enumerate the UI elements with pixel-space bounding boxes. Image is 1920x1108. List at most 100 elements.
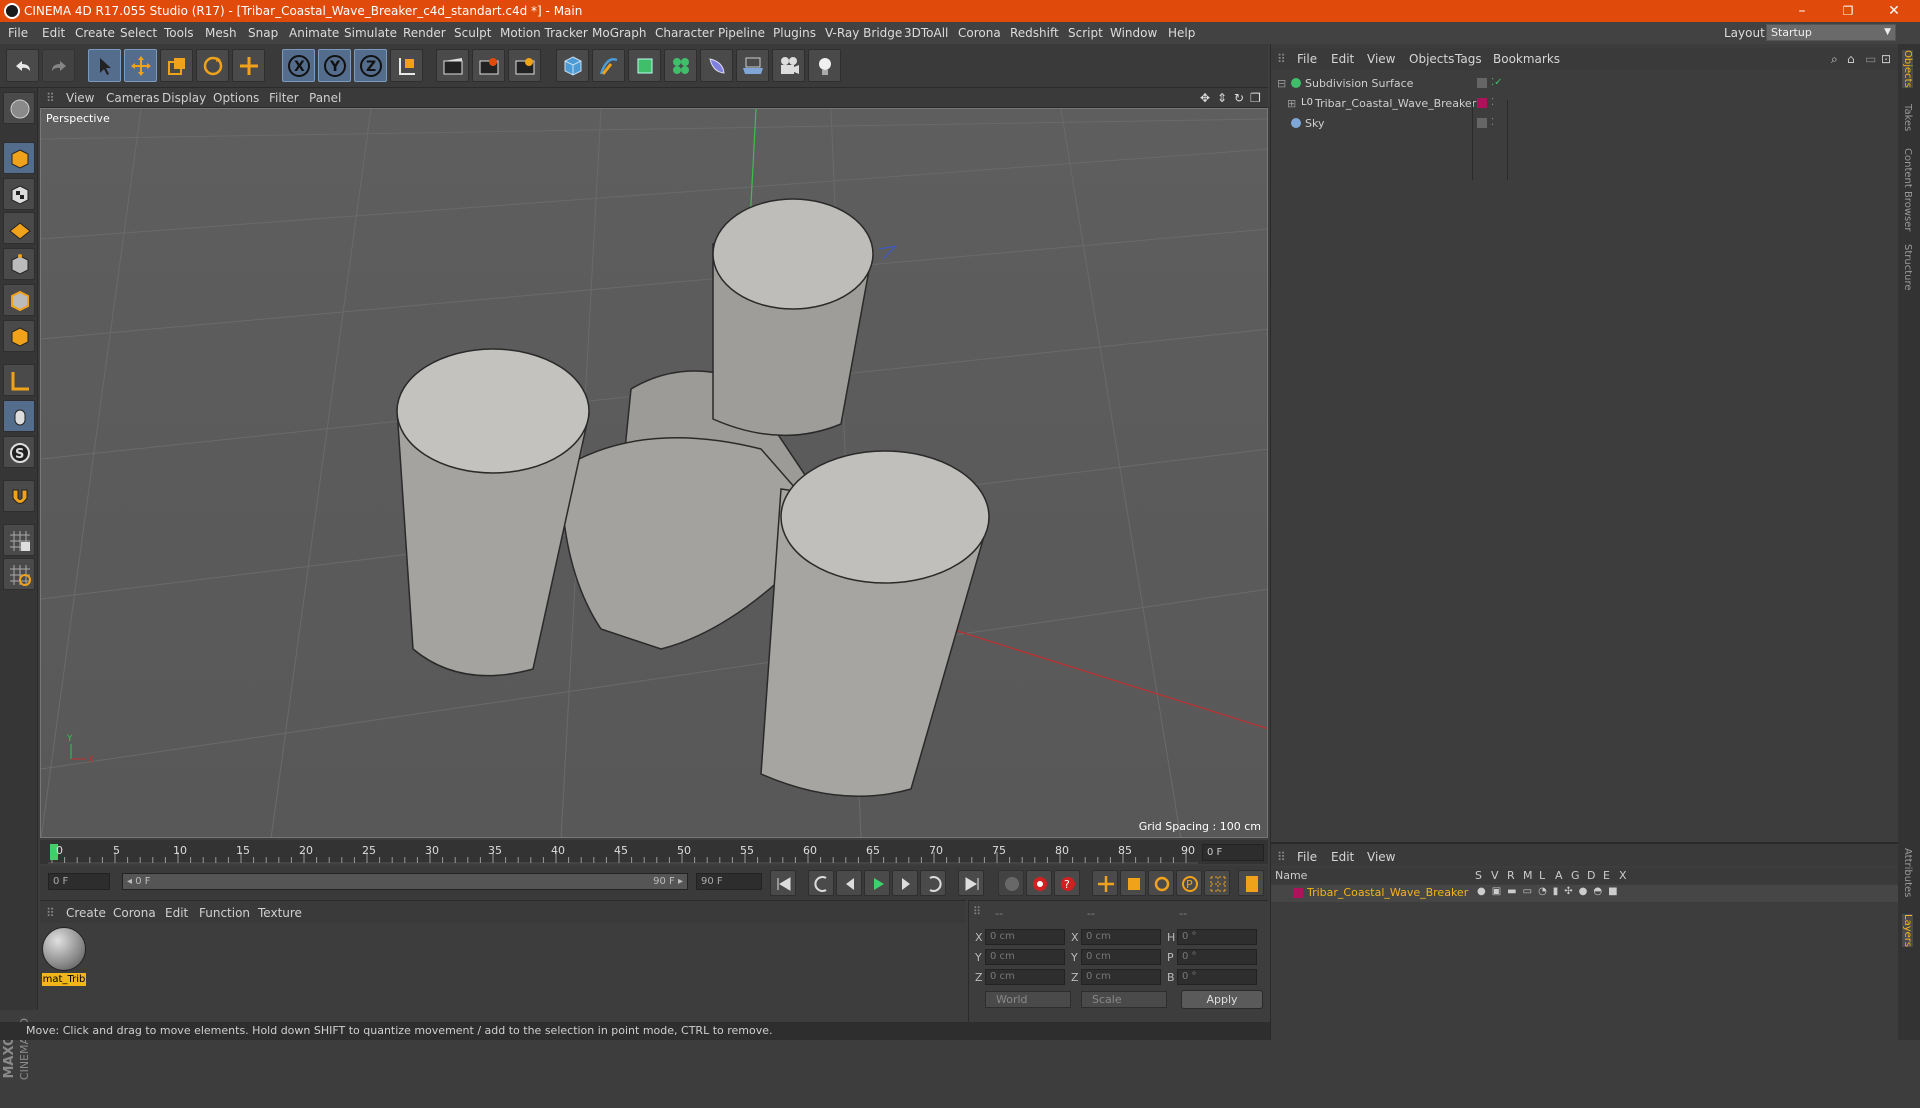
- menu-motion-tracker[interactable]: Motion Tracker: [500, 26, 588, 40]
- autokeying-icon[interactable]: [1026, 870, 1052, 896]
- key-point-level-icon[interactable]: [1204, 870, 1230, 896]
- rot-h-field[interactable]: 0 °: [1177, 929, 1257, 945]
- menu-select[interactable]: Select: [120, 26, 157, 40]
- menu-plugins[interactable]: Plugins: [773, 26, 816, 40]
- scale-dropdown[interactable]: Scale: [1081, 991, 1167, 1008]
- coordinate-system-icon[interactable]: [390, 49, 423, 82]
- menu-mesh[interactable]: Mesh: [205, 26, 237, 40]
- material-menu-texture[interactable]: Texture: [258, 906, 302, 920]
- menu-help[interactable]: Help: [1168, 26, 1195, 40]
- tab-structure[interactable]: Structure: [1902, 244, 1913, 291]
- render-view-icon[interactable]: [436, 49, 469, 82]
- material-menu-function[interactable]: Function: [199, 906, 250, 920]
- objects-menu-view[interactable]: View: [1367, 52, 1395, 66]
- make-editable-icon[interactable]: [3, 92, 35, 124]
- layer-menu-view[interactable]: View: [1367, 850, 1395, 864]
- menu-window[interactable]: Window: [1110, 26, 1157, 40]
- layer-menu-edit[interactable]: Edit: [1331, 850, 1354, 864]
- texture-mode-icon[interactable]: [3, 178, 35, 210]
- close-button[interactable]: ✕: [1874, 1, 1914, 21]
- perspective-viewport[interactable]: Perspective Y X Grid Spacing : 100 cm: [40, 108, 1268, 838]
- menu-corona[interactable]: Corona: [958, 26, 1001, 40]
- menu-redshift[interactable]: Redshift: [1010, 26, 1059, 40]
- record-keys-icon[interactable]: [998, 870, 1024, 896]
- mograph-icon[interactable]: [664, 49, 697, 82]
- viewport-rotate-icon[interactable]: ↻: [1234, 91, 1244, 105]
- tab-layers[interactable]: Layers: [1902, 914, 1913, 948]
- tab-attributes[interactable]: Attributes: [1902, 848, 1913, 897]
- polygons-mode-icon[interactable]: [3, 320, 35, 352]
- floor-icon[interactable]: [736, 49, 769, 82]
- tab-content-browser[interactable]: Content Browser: [1902, 148, 1913, 231]
- material-preview[interactable]: [42, 927, 86, 971]
- menu-mograph[interactable]: MoGraph: [592, 26, 647, 40]
- rot-p-field[interactable]: 0 °: [1177, 949, 1257, 965]
- viewport-menu-display[interactable]: Display: [162, 91, 206, 105]
- home-icon[interactable]: ⌂: [1847, 52, 1855, 66]
- objects-menu-bookmarks[interactable]: Bookmarks: [1493, 52, 1560, 66]
- collapse-icon[interactable]: ⊟: [1277, 77, 1286, 90]
- maximize-icon[interactable]: ⊡: [1881, 52, 1891, 66]
- viewport-menu-view[interactable]: View: [66, 91, 94, 105]
- window-icon[interactable]: ▭: [1865, 52, 1876, 66]
- layer-tag-icon[interactable]: [1477, 118, 1487, 128]
- rot-b-field[interactable]: 0 °: [1177, 969, 1257, 985]
- expand-icon[interactable]: ⊞: [1287, 97, 1296, 110]
- objects-menu-file[interactable]: File: [1297, 52, 1317, 66]
- layer-tag-icon[interactable]: [1477, 78, 1487, 88]
- tab-takes[interactable]: Takes: [1902, 104, 1913, 131]
- layer-name[interactable]: Tribar_Coastal_Wave_Breaker: [1307, 886, 1468, 899]
- object-row[interactable]: Sky ⁚: [1271, 114, 1901, 133]
- select-icon[interactable]: [88, 49, 121, 82]
- key-parameter-icon[interactable]: P: [1176, 870, 1202, 896]
- menu-pipeline[interactable]: Pipeline: [718, 26, 765, 40]
- x-axis-icon[interactable]: X: [282, 49, 315, 82]
- key-position-icon[interactable]: [1092, 870, 1118, 896]
- viewport-menu-cameras[interactable]: Cameras: [106, 91, 159, 105]
- world-dropdown[interactable]: World: [985, 991, 1071, 1008]
- timeline-ruler[interactable]: 0 5 10 15 20 25 30 35 40 45 50 55 60 65 …: [40, 840, 1268, 864]
- deformer-icon[interactable]: [700, 49, 733, 82]
- play-icon[interactable]: [864, 870, 890, 896]
- redo-icon[interactable]: [42, 49, 75, 82]
- end-frame-field[interactable]: 90 F: [696, 873, 762, 890]
- menu-render[interactable]: Render: [403, 26, 446, 40]
- visibility-dots-icon[interactable]: ⁚✓: [1491, 77, 1503, 88]
- y-axis-icon[interactable]: Y: [318, 49, 351, 82]
- cube-icon[interactable]: [556, 49, 589, 82]
- objects-menu-edit[interactable]: Edit: [1331, 52, 1354, 66]
- current-frame-field[interactable]: 0 F: [1202, 844, 1264, 861]
- subdivision-icon[interactable]: [628, 49, 661, 82]
- edit-render-settings-icon[interactable]: [508, 49, 541, 82]
- pos-z-field[interactable]: 0 cm: [985, 969, 1065, 985]
- next-frame-icon[interactable]: [892, 870, 918, 896]
- menu-character[interactable]: Character: [655, 26, 714, 40]
- move-icon[interactable]: [124, 49, 157, 82]
- frame-range-slider[interactable]: ◂ 0 F 90 F ▸: [122, 873, 688, 890]
- render-picture-viewer-icon[interactable]: [472, 49, 505, 82]
- drag-handle-icon[interactable]: ⠿: [1277, 52, 1286, 66]
- drag-handle-icon[interactable]: ⠿: [46, 91, 55, 105]
- start-frame-field[interactable]: 0 F: [48, 873, 110, 890]
- key-rotation-icon[interactable]: [1148, 870, 1174, 896]
- object-row[interactable]: ⊞ L0 Tribar_Coastal_Wave_Breaker ⁚: [1271, 94, 1901, 113]
- material-menu-create[interactable]: Create: [66, 906, 106, 920]
- scale-icon[interactable]: [160, 49, 193, 82]
- keyframe-selection-icon[interactable]: ?: [1054, 870, 1080, 896]
- viewport-menu-filter[interactable]: Filter: [269, 91, 299, 105]
- light-icon[interactable]: [808, 49, 841, 82]
- last-tool-icon[interactable]: [232, 49, 265, 82]
- minimize-button[interactable]: –: [1782, 1, 1822, 21]
- layer-toggles-icon[interactable]: ●▣▬▭◔▮✣●◓■: [1477, 886, 1624, 897]
- axis-mode-icon[interactable]: [3, 364, 35, 396]
- previous-key-icon[interactable]: [808, 870, 834, 896]
- material-menu-edit[interactable]: Edit: [165, 906, 188, 920]
- viewport-move-icon[interactable]: ✥: [1200, 91, 1210, 105]
- menu-snap[interactable]: Snap: [248, 26, 278, 40]
- menu-animate[interactable]: Animate: [289, 26, 339, 40]
- key-scale-icon[interactable]: [1120, 870, 1146, 896]
- search-icon[interactable]: ⌕: [1831, 52, 1838, 67]
- size-z-field[interactable]: 0 cm: [1081, 969, 1161, 985]
- pen-icon[interactable]: [592, 49, 625, 82]
- layer-row[interactable]: Tribar_Coastal_Wave_Breaker ●▣▬▭◔▮✣●◓■: [1271, 885, 1901, 902]
